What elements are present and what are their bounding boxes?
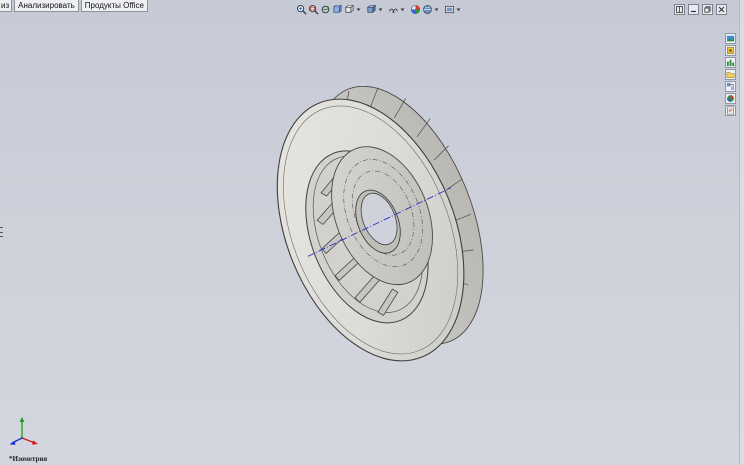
view-orientation-icon[interactable] (344, 4, 355, 15)
display-style-icon[interactable] (366, 4, 377, 15)
task-pane-border (739, 0, 744, 465)
tp-appearances-tab[interactable] (725, 93, 736, 104)
close-icon (718, 6, 725, 13)
split-view-icon (676, 6, 683, 13)
file-explorer-icon (726, 72, 735, 78)
minimize-icon (691, 10, 696, 13)
zoom-to-area-icon[interactable] (308, 4, 319, 15)
view-settings-icon[interactable] (444, 4, 455, 15)
close-button[interactable] (716, 4, 727, 15)
tp-resources-tab[interactable] (725, 33, 736, 44)
impeller-model[interactable] (260, 86, 496, 368)
heads-up-view-toolbar (296, 3, 461, 15)
toolbox-icon (726, 59, 735, 67)
solidworks-resources-icon (726, 35, 735, 42)
design-library-icon (727, 47, 734, 54)
appearances-icon (727, 95, 734, 102)
feature-manager-collapse-handle[interactable] (0, 226, 5, 238)
command-manager-tabs: из Анализировать Продукты Office (0, 0, 150, 12)
hide-show-items-icon[interactable] (388, 4, 399, 15)
view-orientation-label: *Изометрия (9, 455, 48, 463)
tab-features-partial[interactable]: из (0, 0, 13, 12)
display-style-dropdown-icon[interactable] (378, 4, 383, 15)
view-settings-dropdown-icon[interactable] (456, 4, 461, 15)
edit-appearance-icon[interactable] (410, 4, 421, 15)
graphics-area[interactable]: из Анализировать Продукты Office *Изомет… (0, 0, 744, 465)
view-orientation-dropdown-icon[interactable] (356, 4, 361, 15)
tab-office-products[interactable]: Продукты Office (80, 0, 148, 12)
reference-triad (9, 417, 38, 445)
tab-evaluate[interactable]: Анализировать (14, 0, 79, 12)
tp-design-library-tab[interactable] (725, 45, 736, 56)
view-palette-icon (726, 82, 735, 91)
restore-button[interactable] (702, 4, 713, 15)
task-pane-tabs (725, 33, 737, 116)
document-window-controls (674, 4, 727, 15)
restore-icon (704, 6, 711, 13)
apply-scene-dropdown-icon[interactable] (434, 4, 439, 15)
tp-toolbox-tab[interactable] (725, 57, 736, 68)
tp-file-explorer-tab[interactable] (725, 69, 736, 80)
tp-custom-properties-tab[interactable] (725, 105, 736, 116)
hide-show-dropdown-icon[interactable] (400, 4, 405, 15)
section-view-icon[interactable] (332, 4, 343, 15)
previous-view-icon[interactable] (320, 4, 331, 15)
split-view-button[interactable] (674, 4, 685, 15)
custom-properties-icon (727, 106, 734, 115)
zoom-to-fit-icon[interactable] (296, 4, 307, 15)
apply-scene-icon[interactable] (422, 4, 433, 15)
tp-view-palette-tab[interactable] (725, 81, 736, 92)
minimize-button[interactable] (688, 4, 699, 15)
